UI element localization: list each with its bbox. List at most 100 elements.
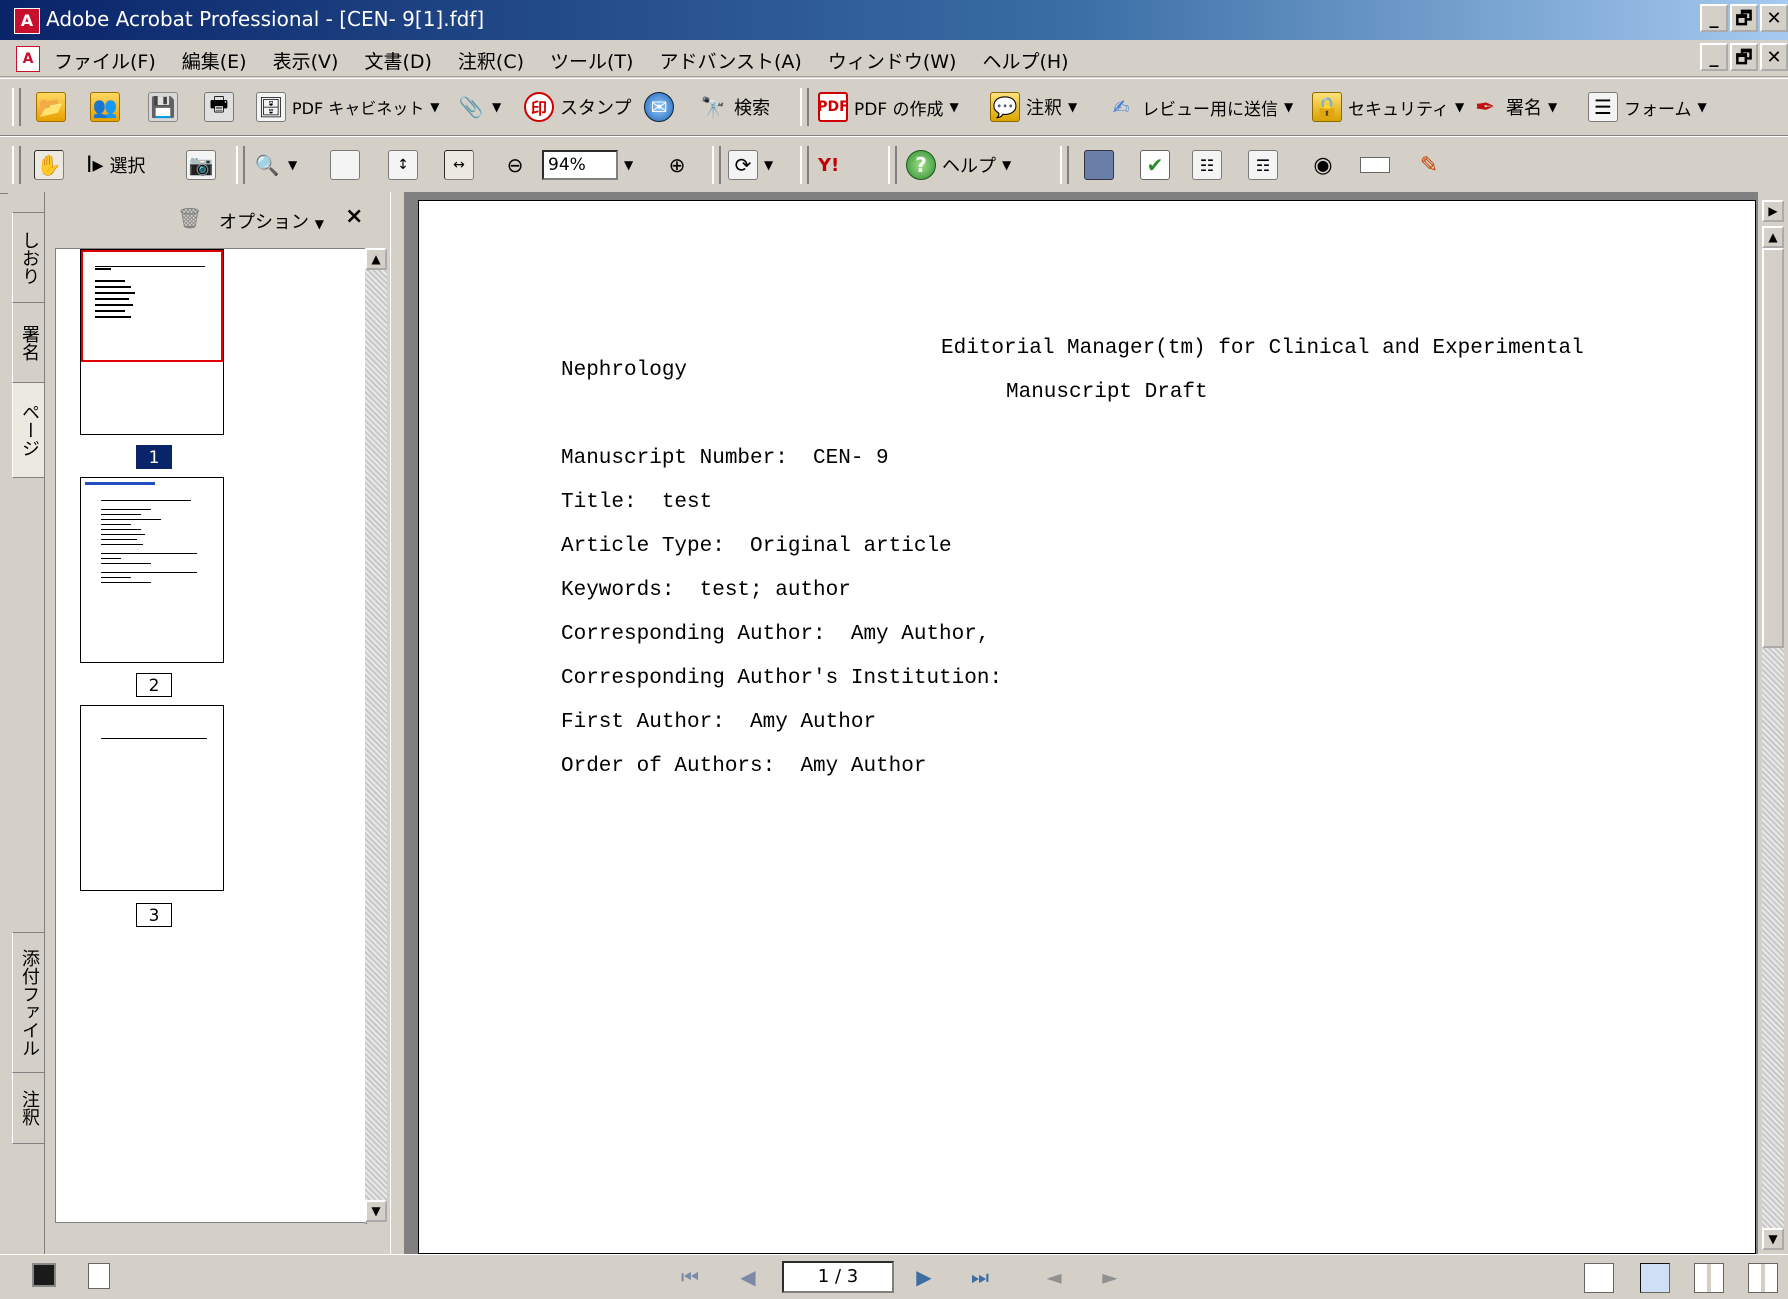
security-button[interactable]: 🔒 セキュリティ ▼ <box>1312 89 1464 125</box>
menu-advanced[interactable]: アドバンスト(A) <box>659 47 801 74</box>
zoom-out-icon[interactable]: ⊖ <box>500 150 530 180</box>
continuous-icon[interactable] <box>1640 1263 1670 1293</box>
panel-toggle-icon[interactable] <box>32 1263 56 1287</box>
signature-field-icon[interactable]: ✎ <box>1414 150 1444 180</box>
menu-edit[interactable]: 編集(E) <box>182 47 247 74</box>
button-field-icon[interactable] <box>1084 150 1114 180</box>
zoom-input[interactable]: 94% <box>542 150 618 180</box>
toolbar-grip[interactable] <box>800 88 809 126</box>
thumbnail-scrollbar[interactable]: ▲ ▼ <box>365 248 387 1222</box>
scroll-down-icon[interactable]: ▼ <box>365 1200 387 1222</box>
list-box-icon[interactable]: ☶ <box>1248 150 1278 180</box>
close-button[interactable]: ✕ <box>1760 4 1788 32</box>
sign-button[interactable]: ✒ 署名 ▼ <box>1470 89 1557 125</box>
organizer-icon[interactable]: 👥 <box>90 92 120 122</box>
scroll-track[interactable] <box>1762 648 1784 1228</box>
rotate-button[interactable]: ⟳ ▼ <box>728 147 773 183</box>
search-button[interactable]: 🔭 検索 <box>698 89 770 125</box>
save-icon[interactable]: 💾 <box>148 92 178 122</box>
menu-view[interactable]: 表示(V) <box>273 47 339 74</box>
single-page-icon[interactable] <box>1584 1263 1614 1293</box>
panel-close-button[interactable]: × <box>345 204 363 229</box>
fit-page-icon[interactable]: ↕ <box>388 150 418 180</box>
open-icon[interactable]: 📂 <box>36 92 66 122</box>
help-button[interactable]: ? ヘルプ ▼ <box>906 147 1011 183</box>
facing-icon[interactable] <box>1748 1263 1778 1293</box>
tab-attachments[interactable]: 添付ファイル <box>12 932 46 1074</box>
hand-tool-icon[interactable]: ✋ <box>34 150 64 180</box>
tab-bookmarks[interactable]: しおり <box>12 212 46 304</box>
zoom-in-magnifier-icon: 🔍 <box>254 153 280 177</box>
doc-restore-button[interactable]: 🗗 <box>1730 43 1758 71</box>
actual-size-icon[interactable] <box>330 150 360 180</box>
print-icon[interactable]: 🖶 <box>204 92 234 122</box>
tab-pages[interactable]: ページ <box>12 382 46 478</box>
menu-file[interactable]: ファイル(F) <box>54 47 156 74</box>
email-icon[interactable]: ✉ <box>644 92 674 122</box>
thumbnail-hscrollbar[interactable] <box>55 1222 365 1245</box>
previous-page-icon[interactable]: ◀ <box>734 1263 762 1291</box>
next-page-icon[interactable]: ▶ <box>910 1263 938 1291</box>
go-forward-icon[interactable]: ► <box>1096 1263 1124 1291</box>
zoom-in-icon[interactable]: ⊕ <box>662 150 692 180</box>
create-pdf-button[interactable]: PDF PDF の作成 ▼ <box>817 89 959 125</box>
yahoo-icon[interactable]: Y! <box>818 155 839 176</box>
page-thumbnail-3[interactable] <box>80 705 224 891</box>
page-layout-icon[interactable] <box>88 1263 110 1289</box>
forms-button[interactable]: ☰ フォーム ▼ <box>1588 89 1707 125</box>
page-thumbnail-2[interactable] <box>80 477 224 663</box>
text-field-icon[interactable] <box>1360 150 1390 180</box>
document-icon[interactable]: A <box>16 46 40 72</box>
page-number-input[interactable]: 1 / 3 <box>782 1261 894 1293</box>
document-page: Editorial Manager(tm) for Clinical and E… <box>418 200 1756 1254</box>
checkbox-field-icon[interactable]: ✔ <box>1140 150 1170 180</box>
doc-field: Title: test <box>561 491 713 514</box>
toolbar-grip[interactable] <box>12 88 21 126</box>
document-scrollbar[interactable]: ▶ ▲ ▼ <box>1758 192 1788 1254</box>
title-bar: A Adobe Acrobat Professional - [CEN- 9[1… <box>0 0 1788 40</box>
toolbar-grip[interactable] <box>1060 146 1069 184</box>
doc-field: Article Type: Original article <box>561 535 952 558</box>
tab-comments[interactable]: 注釈 <box>12 1072 46 1144</box>
menu-window[interactable]: ウィンドウ(W) <box>828 47 957 74</box>
tab-signatures[interactable]: 署名 <box>12 302 46 384</box>
select-tool-button[interactable]: I▸ 選択 <box>86 147 146 183</box>
first-page-icon[interactable]: ⏮ <box>676 1263 704 1291</box>
stamp-button[interactable]: 印スタンプ <box>524 89 631 125</box>
pdf-cabinet-button[interactable]: 🗄 PDF キャビネット ▼ <box>256 89 440 125</box>
last-page-icon[interactable]: ⏭ <box>966 1263 994 1291</box>
facing-continuous-icon[interactable] <box>1694 1263 1724 1293</box>
menu-comments[interactable]: 注釈(C) <box>458 47 524 74</box>
expand-panel-icon[interactable]: ▶ <box>1762 200 1784 222</box>
scroll-down-icon[interactable]: ▼ <box>1762 1228 1784 1250</box>
options-menu[interactable]: オプション ▼ <box>219 208 324 234</box>
page-thumbnail-1[interactable] <box>80 249 224 435</box>
scroll-thumb[interactable] <box>1762 248 1784 648</box>
toolbar-grip[interactable] <box>712 146 721 184</box>
toolbar-grip[interactable] <box>800 146 809 184</box>
toolbar-grip[interactable] <box>236 146 245 184</box>
snapshot-icon[interactable]: 📷 <box>186 150 216 180</box>
menu-tools[interactable]: ツール(T) <box>550 47 633 74</box>
toolbar-grip[interactable] <box>888 146 897 184</box>
go-back-icon[interactable]: ◄ <box>1040 1263 1068 1291</box>
attach-button[interactable]: 📎 ▼ <box>456 89 502 125</box>
trash-icon[interactable]: 🗑 <box>177 206 202 230</box>
toolbar-grip[interactable] <box>12 146 21 184</box>
doc-minimize-button[interactable]: _ <box>1700 43 1728 71</box>
scroll-up-icon[interactable]: ▲ <box>365 248 387 270</box>
zoom-tool-button[interactable]: 🔍 ▼ <box>252 147 298 183</box>
scroll-up-icon[interactable]: ▲ <box>1762 226 1784 248</box>
radio-button-icon[interactable]: ◉ <box>1308 150 1338 180</box>
send-review-button[interactable]: ✍ レビュー用に送信 ▼ <box>1106 89 1294 125</box>
comment-button[interactable]: 💬 注釈 ▼ <box>990 89 1077 125</box>
menu-help[interactable]: ヘルプ(H) <box>982 47 1068 74</box>
minimize-button[interactable]: _ <box>1700 4 1728 32</box>
combo-box-icon[interactable]: ☷ <box>1192 150 1222 180</box>
fit-width-icon[interactable]: ↔ <box>444 150 474 180</box>
restore-button[interactable]: 🗗 <box>1730 4 1758 32</box>
doc-close-button[interactable]: ✕ <box>1760 43 1788 71</box>
comment-label: 注釈 <box>1026 98 1062 119</box>
menu-document[interactable]: 文書(D) <box>364 47 431 74</box>
zoom-dropdown-icon[interactable]: ▼ <box>624 158 633 172</box>
